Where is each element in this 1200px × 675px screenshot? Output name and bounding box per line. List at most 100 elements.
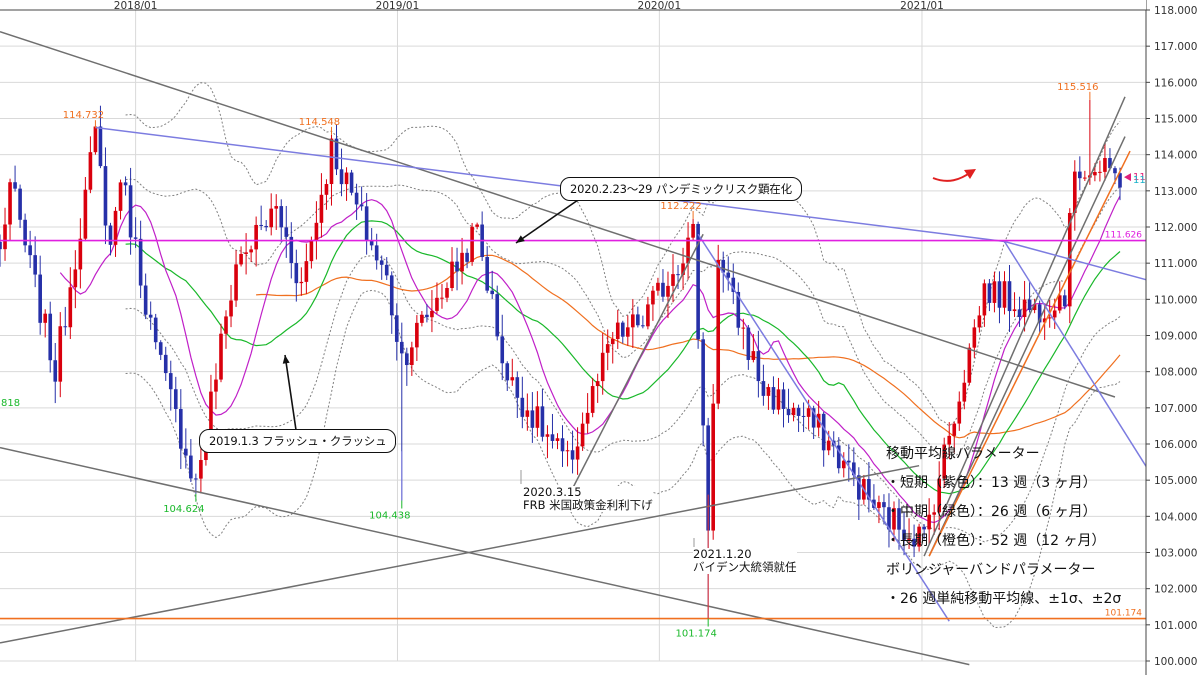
- flash-crash-arrow: [284, 354, 297, 431]
- left-edge-label: 818: [1, 398, 20, 409]
- candle-body: [294, 263, 299, 284]
- candle-body: [490, 290, 495, 295]
- candle-body: [138, 238, 143, 286]
- candle-body: [535, 406, 540, 428]
- candle-body: [962, 382, 967, 402]
- candle-body: [13, 182, 17, 189]
- flash-crash-annotation: 2019.1.3 フラッシュ・クラッシュ: [199, 429, 397, 453]
- y-tick-label: 106.000: [1154, 439, 1197, 451]
- candle-body: [128, 185, 133, 238]
- high-label: 114.732: [63, 110, 104, 121]
- y-tick-label: 102.000: [1154, 584, 1197, 596]
- candle-body: [103, 166, 108, 226]
- x-tick-label: 2020/01: [638, 0, 682, 12]
- candle-body: [1002, 281, 1007, 308]
- candle-body: [189, 455, 193, 479]
- candle-body: [415, 322, 419, 348]
- close-marker: [1124, 173, 1131, 182]
- candle-body: [108, 225, 113, 245]
- candle-body: [671, 274, 675, 286]
- legend-bb-title: ボリンジャーバンドパラメーター: [886, 562, 1096, 578]
- candle-body: [435, 297, 439, 311]
- candle-body: [73, 269, 78, 288]
- candle-body: [259, 224, 263, 226]
- candle-body: [405, 353, 409, 366]
- candle-body: [625, 327, 630, 337]
- candle-body: [224, 316, 228, 334]
- candle-body: [319, 194, 324, 223]
- candle-body: [751, 351, 756, 360]
- candle-body: [299, 281, 304, 284]
- candle-body: [334, 138, 339, 170]
- candle-body: [826, 440, 831, 451]
- y-tick-label: 116.000: [1154, 77, 1197, 89]
- y-tick-label: 103.000: [1154, 548, 1197, 560]
- frb-text: FRB 米国政策金利利下げ: [523, 498, 653, 512]
- candle-body: [23, 219, 27, 246]
- candle-body: [1027, 299, 1032, 311]
- candle-body: [656, 282, 660, 291]
- candle-body: [992, 281, 997, 303]
- candle-body: [786, 408, 791, 416]
- candle-body: [967, 347, 972, 383]
- candle-body: [465, 252, 469, 262]
- candle-body: [279, 206, 284, 228]
- candle-body: [359, 204, 364, 207]
- candle-body: [1103, 158, 1107, 172]
- candle-body: [972, 327, 977, 348]
- candle-body: [18, 188, 22, 220]
- candle-body: [399, 341, 404, 354]
- parameter-legend: 移動平均線パラメーター ・短期（紫色）：13 週（3 ヶ月） ・中期（緑色）：2…: [886, 440, 1121, 614]
- y-tick-label: 115.000: [1154, 114, 1197, 126]
- candle-body: [821, 413, 826, 451]
- candle-body: [590, 386, 595, 413]
- candle-body: [877, 502, 881, 508]
- candle-body: [274, 206, 279, 209]
- candle-body: [570, 450, 575, 460]
- candle-body: [264, 225, 268, 228]
- legend-ma-mid: ・中期（緑色）：26 週（6 ヶ月）: [886, 504, 1097, 520]
- candle-body: [485, 257, 489, 291]
- candle-body: [33, 255, 37, 275]
- candle-body: [53, 360, 58, 382]
- candle-body: [68, 287, 73, 328]
- candle-body: [801, 415, 806, 417]
- candle-body: [615, 322, 620, 339]
- candle-body: [1072, 171, 1077, 213]
- candle-body: [470, 226, 474, 262]
- x-tick-label: 2021/01: [900, 0, 944, 12]
- y-tick-label: 107.000: [1154, 403, 1197, 415]
- biden-annotation: 2021.1.20 バイデン大統領就任: [693, 548, 797, 574]
- candle-body: [153, 317, 158, 343]
- x-tick-label: 2018/01: [114, 0, 158, 12]
- x-tick-label: 2019/01: [376, 0, 420, 12]
- y-tick-label: 109.000: [1154, 331, 1197, 343]
- candle-body: [214, 379, 218, 392]
- y-tick-label: 113.000: [1154, 186, 1197, 198]
- candle-body: [38, 274, 42, 323]
- candle-body: [158, 342, 163, 355]
- candle-body: [184, 448, 188, 456]
- legend-bb-params: ・26 週単純移動平均線、±1σ、±2σ: [886, 591, 1122, 607]
- candle-body: [133, 237, 138, 239]
- candle-body: [1098, 171, 1102, 173]
- candle-body: [249, 249, 253, 253]
- candle-body: [505, 363, 510, 381]
- candle-body: [666, 285, 670, 297]
- candle-body: [846, 460, 851, 463]
- candle-body: [776, 389, 781, 410]
- candle-body: [525, 410, 530, 417]
- candle-body: [595, 381, 600, 387]
- pandemic-arrow: [515, 199, 579, 244]
- legend-ma-long: ・長期（橙色）：52 週（12 ヶ月）: [886, 533, 1106, 549]
- candle-body: [746, 327, 751, 360]
- y-tick-label: 100.000: [1154, 656, 1197, 668]
- high-label: 115.516: [1057, 82, 1098, 93]
- candle-body: [88, 152, 93, 190]
- candle-body: [28, 245, 32, 256]
- flash-crash-arrow-head: [282, 355, 290, 364]
- y-tick-label: 112.000: [1154, 222, 1197, 234]
- candle-body: [394, 315, 399, 342]
- moving-average-line: [256, 254, 1121, 439]
- candle-body: [711, 403, 715, 531]
